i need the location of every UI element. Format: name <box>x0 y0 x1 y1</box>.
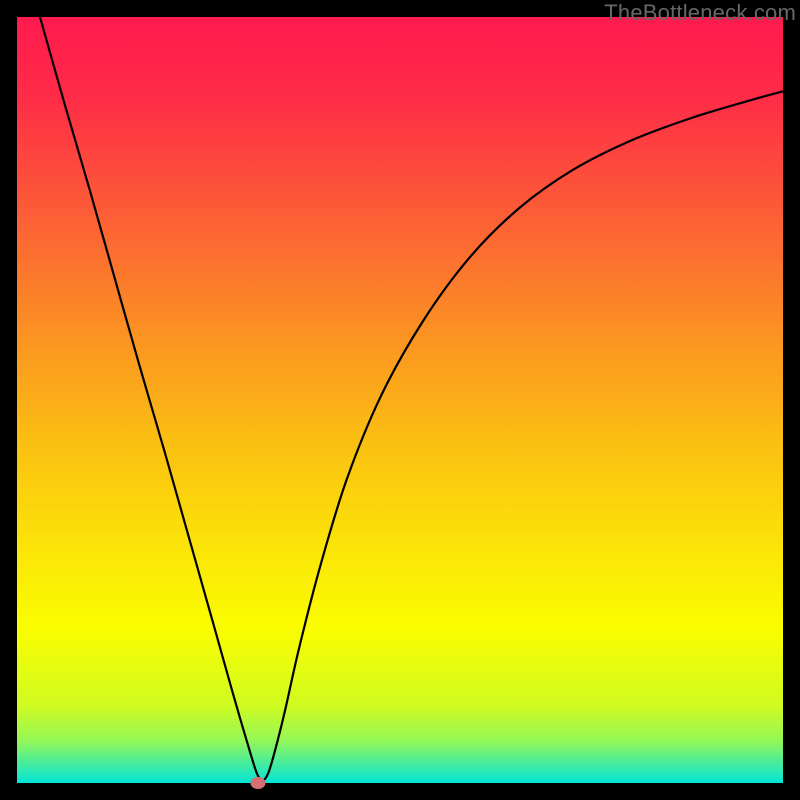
bottleneck-chart <box>17 17 783 783</box>
optimal-point-marker <box>250 777 265 789</box>
chart-frame <box>17 17 783 783</box>
watermark-text: TheBottleneck.com <box>604 0 796 26</box>
gradient-background <box>17 17 783 783</box>
